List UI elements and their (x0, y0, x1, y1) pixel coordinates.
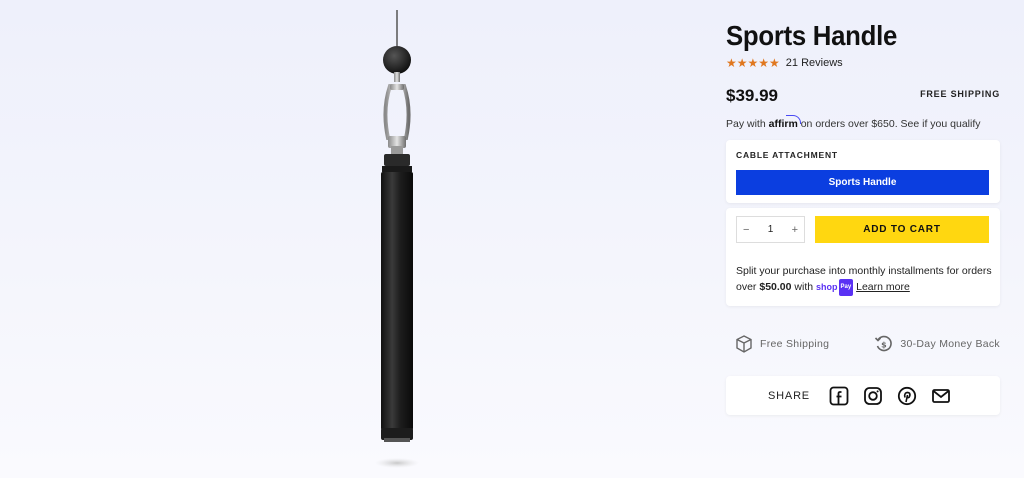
feature-money-back-label: 30-Day Money Back (900, 338, 1000, 350)
quantity-stepper[interactable]: − 1 + (736, 216, 805, 243)
star-rating-icon: ★★★★★ (726, 56, 780, 70)
svg-text:$: $ (881, 341, 887, 350)
feature-money-back: $ 30-Day Money Back (874, 334, 1000, 354)
rating-row[interactable]: ★★★★★ 21 Reviews (726, 56, 843, 70)
share-label: SHARE (768, 389, 810, 402)
box-icon (736, 335, 752, 353)
free-shipping-label: FREE SHIPPING (920, 89, 1000, 99)
mail-icon[interactable] (931, 386, 951, 406)
shop-pay-logo: shop Pay (816, 279, 854, 296)
affirm-logo: affirm (768, 118, 798, 130)
feature-free-shipping: Free Shipping (734, 334, 829, 354)
instagram-icon[interactable] (863, 386, 883, 406)
product-title: Sports Handle (726, 20, 898, 51)
refund-icon: $ (875, 335, 893, 352)
shop-pay-brand: shop (816, 282, 838, 292)
quantity-increase-button[interactable]: + (792, 224, 798, 236)
features-row: Free Shipping $ 30-Day Money Back (734, 334, 1000, 354)
pinterest-icon[interactable] (897, 386, 917, 406)
affirm-prefix: Pay with (726, 118, 766, 130)
learn-more-link[interactable]: Learn more (856, 281, 910, 293)
shop-pay-with: with (794, 281, 814, 293)
variant-sports-handle-button[interactable]: Sports Handle (736, 170, 989, 195)
affirm-message[interactable]: Pay with affirm on orders over $650. See… (726, 118, 981, 130)
feature-free-shipping-label: Free Shipping (760, 338, 830, 350)
affirm-suffix: on orders over $650. See if you qualify (800, 118, 981, 130)
quantity-value[interactable]: 1 (768, 224, 774, 235)
add-to-cart-button[interactable]: ADD TO CART (815, 216, 989, 243)
reviews-count[interactable]: 21 Reviews (786, 57, 843, 69)
option-label: CABLE ATTACHMENT (736, 150, 838, 160)
product-image (330, 0, 470, 478)
quantity-decrease-button[interactable]: − (743, 224, 749, 236)
facebook-icon[interactable] (829, 386, 849, 406)
share-card: SHARE (726, 376, 1000, 415)
cart-card: − 1 + ADD TO CART Split your purchase in… (726, 208, 1000, 306)
option-card: CABLE ATTACHMENT Sports Handle (726, 140, 1000, 203)
shop-pay-message: Split your purchase into monthly install… (736, 264, 992, 296)
sports-handle-photo (375, 10, 419, 468)
product-price: $39.99 (726, 86, 778, 105)
shop-pay-amount: $50.00 (759, 281, 792, 293)
shop-pay-brand-pay: Pay (838, 279, 854, 296)
